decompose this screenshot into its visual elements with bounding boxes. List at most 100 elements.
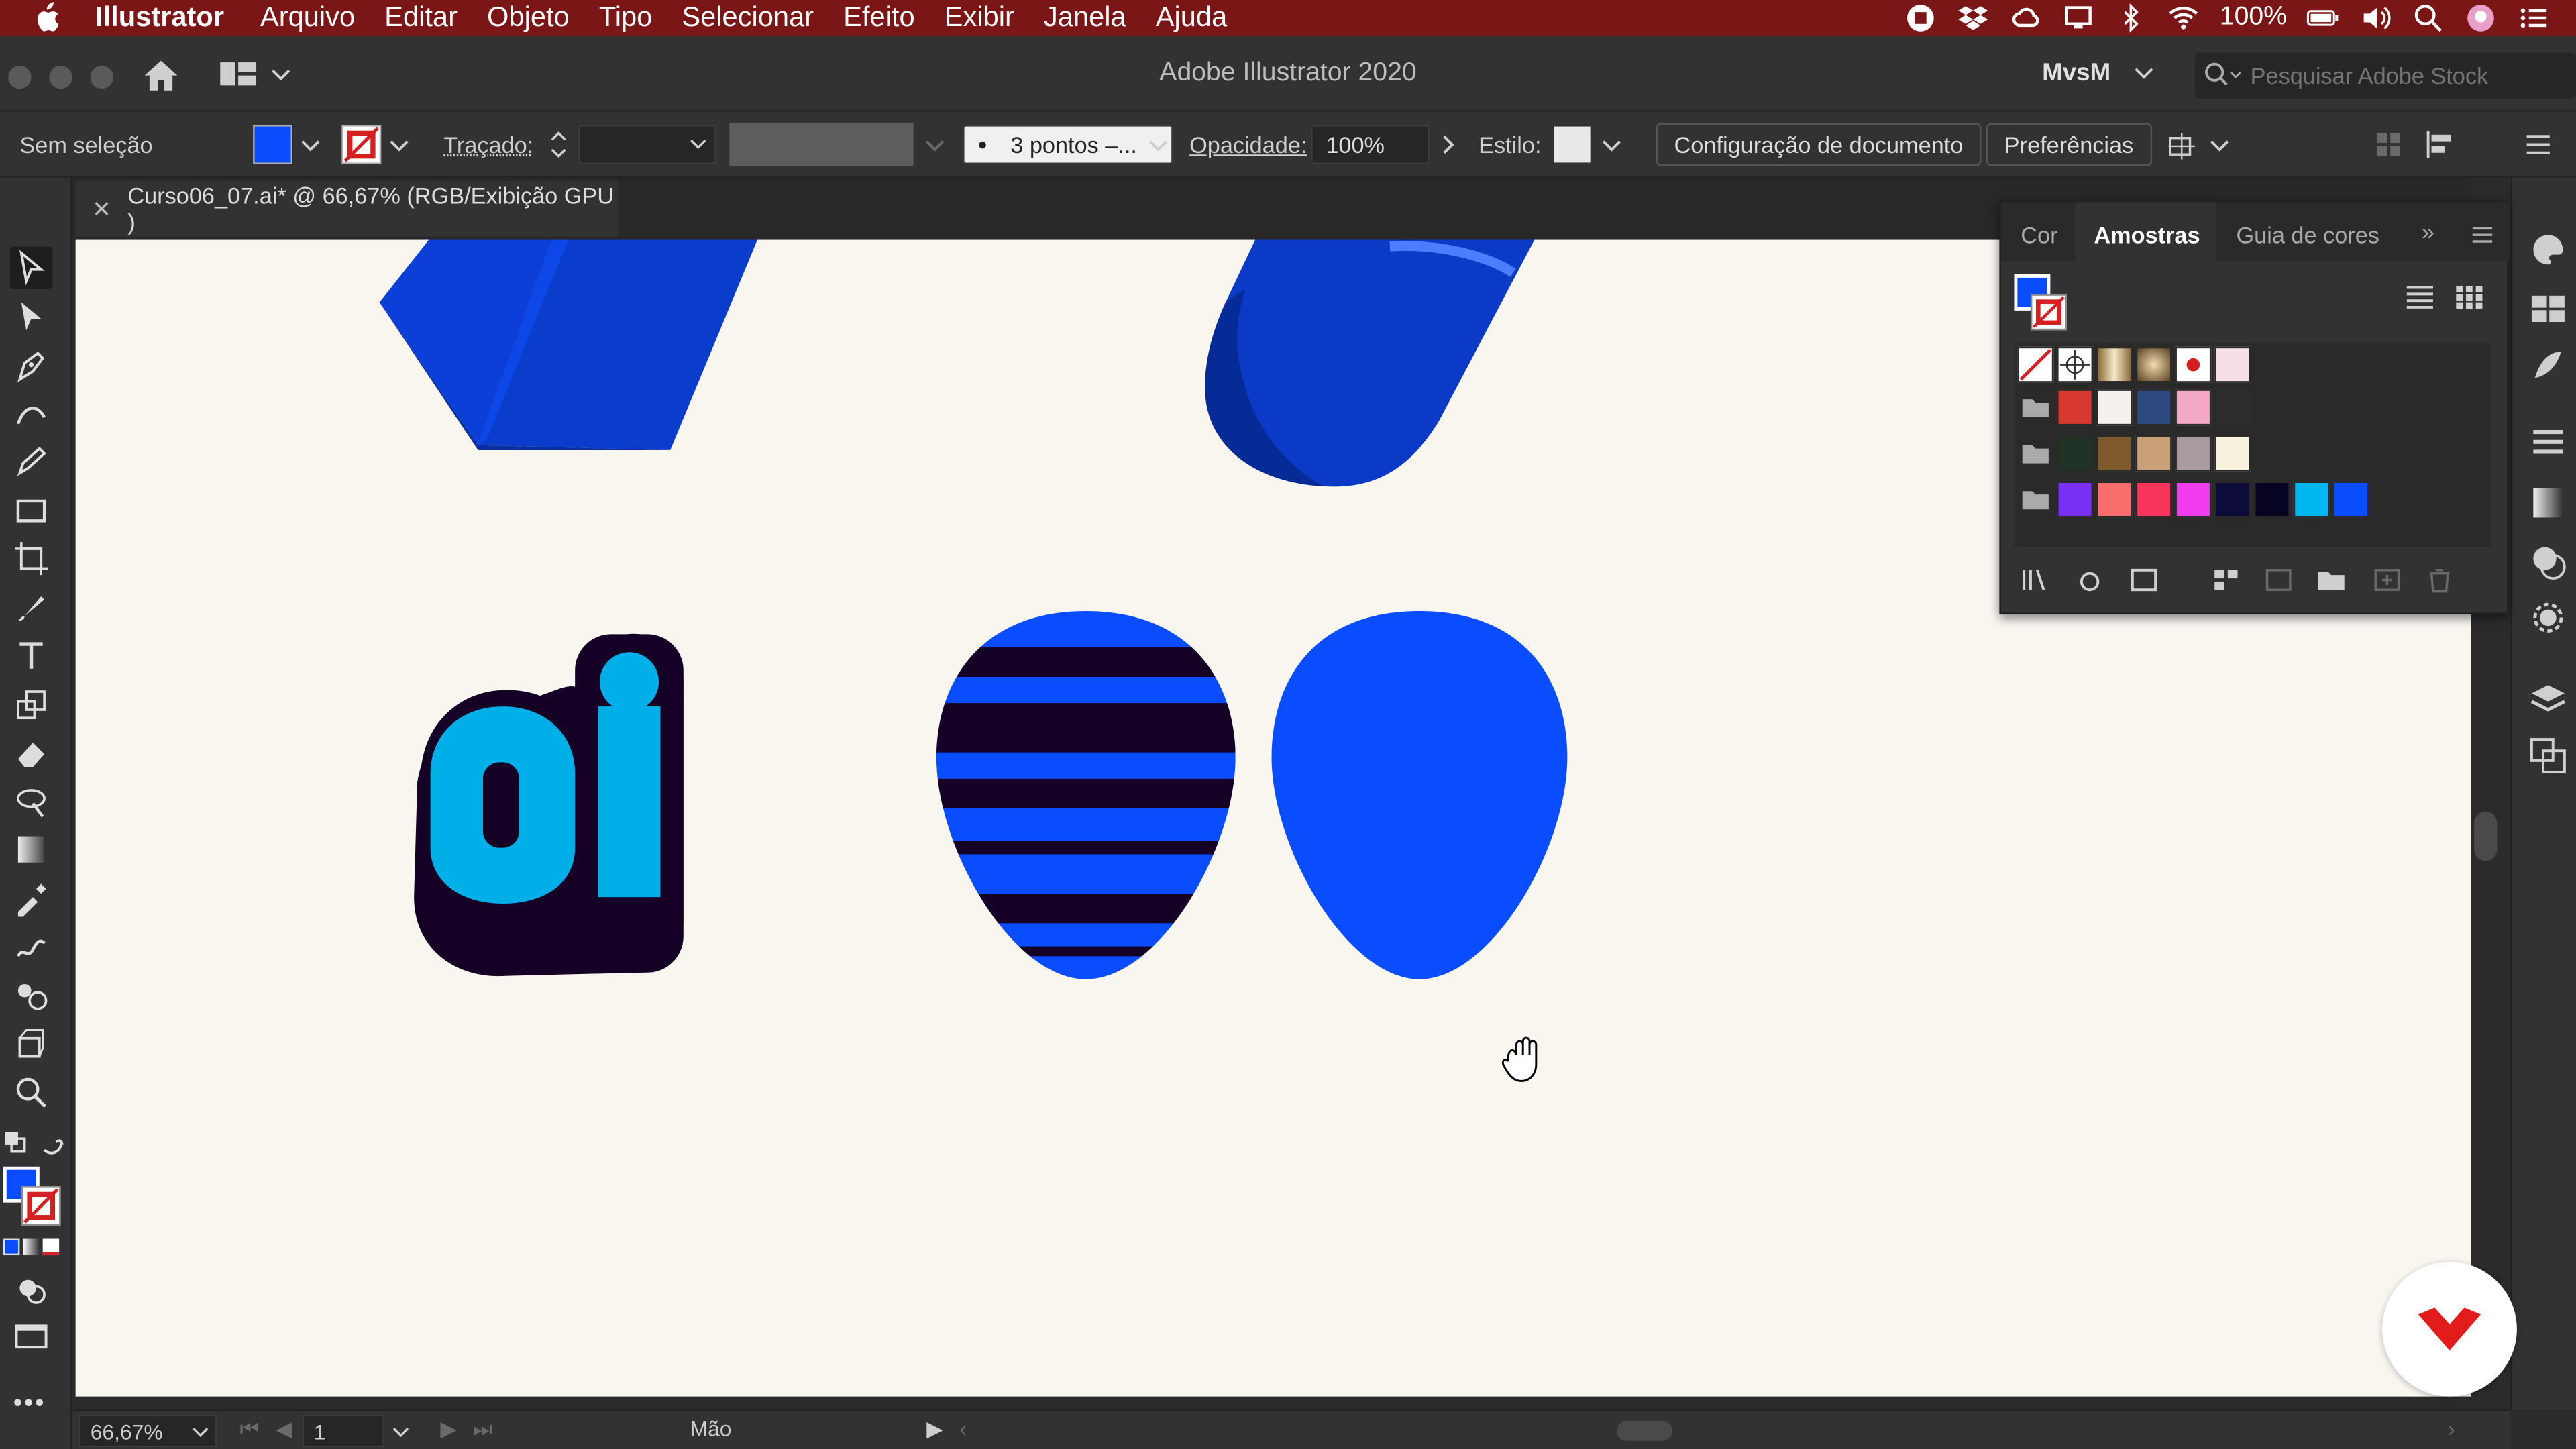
arrange-grid-icon[interactable] bbox=[2375, 131, 2402, 158]
zoom-tool-icon[interactable] bbox=[10, 1071, 53, 1114]
user-avatar-icon[interactable] bbox=[2464, 3, 2497, 33]
menu-efeito[interactable]: Efeito bbox=[843, 1, 914, 34]
artboards-panel-icon[interactable] bbox=[2528, 736, 2568, 775]
document-setup-button[interactable]: Configuração de documento bbox=[1656, 123, 1982, 166]
fill-color-swatch[interactable] bbox=[253, 125, 292, 164]
swatch-gold-gradient[interactable] bbox=[2096, 346, 2133, 383]
blue-cube-shape[interactable] bbox=[379, 239, 757, 451]
free-transform-tool-icon[interactable] bbox=[10, 780, 53, 823]
menu-objeto[interactable]: Objeto bbox=[487, 1, 570, 34]
swatch[interactable] bbox=[2135, 481, 2172, 518]
tab-amostras[interactable]: Amostras bbox=[2074, 202, 2217, 262]
type-tool-icon[interactable] bbox=[10, 634, 53, 677]
panel-menu-icon[interactable] bbox=[2471, 225, 2493, 245]
chevron-down-icon[interactable] bbox=[391, 1423, 411, 1442]
selection-mode-icon[interactable] bbox=[2165, 129, 2198, 162]
swatch[interactable] bbox=[2293, 481, 2330, 518]
tab-guia-de-cores[interactable]: Guia de cores bbox=[2216, 202, 2396, 261]
layers-panel-icon[interactable] bbox=[2528, 680, 2568, 720]
symbol-sprayer-tool-icon[interactable] bbox=[10, 974, 53, 1017]
wifi-icon[interactable] bbox=[2167, 3, 2200, 33]
swatch-none[interactable] bbox=[2017, 346, 2054, 383]
status-menu-arrow-icon[interactable]: ▶ bbox=[926, 1416, 943, 1442]
preferences-button[interactable]: Preferências bbox=[1986, 123, 2152, 166]
menu-ajuda[interactable]: Ajuda bbox=[1156, 1, 1227, 34]
color-mode-icon[interactable] bbox=[3, 1238, 62, 1258]
battery-icon[interactable] bbox=[2306, 3, 2339, 33]
next-artboard-icon[interactable]: ▶ bbox=[440, 1416, 456, 1442]
stroke-color-swatch[interactable] bbox=[341, 125, 382, 164]
folder-icon[interactable] bbox=[2021, 488, 2050, 511]
rectangle-tool-icon[interactable] bbox=[10, 490, 53, 533]
chevron-down-icon[interactable] bbox=[923, 135, 946, 158]
delete-swatch-icon[interactable] bbox=[2425, 567, 2455, 593]
stroke-panel-icon[interactable] bbox=[2528, 424, 2568, 464]
folder-icon[interactable] bbox=[2021, 396, 2050, 419]
grid-view-icon[interactable] bbox=[2455, 284, 2484, 311]
stroke-weight-field[interactable] bbox=[578, 125, 716, 164]
opacity-field[interactable]: 100% bbox=[1311, 125, 1430, 164]
collapse-panel-icon[interactable]: » bbox=[2422, 219, 2434, 245]
swatch[interactable] bbox=[2096, 481, 2133, 518]
swatch-radial-gradient[interactable] bbox=[2135, 346, 2172, 383]
swatch[interactable] bbox=[2057, 435, 2094, 472]
color-palette-icon[interactable] bbox=[2528, 230, 2568, 270]
swatch[interactable] bbox=[2135, 389, 2172, 426]
direct-selection-tool-icon[interactable] bbox=[10, 296, 53, 339]
folder-icon[interactable] bbox=[2021, 442, 2050, 465]
menu-editar[interactable]: Editar bbox=[384, 1, 458, 34]
spotlight-search-icon[interactable] bbox=[2412, 3, 2445, 33]
swatch[interactable] bbox=[2254, 481, 2290, 518]
swatch[interactable] bbox=[2332, 481, 2369, 518]
list-view-icon[interactable] bbox=[2405, 284, 2434, 311]
gradient-panel-icon[interactable] bbox=[2528, 483, 2568, 523]
eyedropper-tool-icon[interactable] bbox=[10, 877, 53, 920]
panel-menu-icon[interactable] bbox=[2524, 131, 2553, 158]
stroke-label[interactable]: Traçado: bbox=[443, 131, 533, 158]
notification-center-icon[interactable] bbox=[2517, 3, 2550, 33]
tab-cor[interactable]: Cor bbox=[2001, 202, 2074, 261]
stock-search-input[interactable] bbox=[2250, 62, 2576, 89]
blue-egg-shape[interactable] bbox=[1271, 611, 1568, 979]
menu-exibir[interactable]: Exibir bbox=[945, 1, 1014, 34]
oi-lettering-shape[interactable] bbox=[414, 633, 684, 977]
swatches-panel-icon[interactable] bbox=[2528, 289, 2568, 329]
swatch-pink-pattern[interactable] bbox=[2214, 346, 2251, 383]
selection-tool-icon[interactable] bbox=[9, 246, 53, 290]
edit-toolbar-icon[interactable]: ••• bbox=[13, 1390, 46, 1419]
swatch[interactable] bbox=[2214, 481, 2251, 518]
blend-tool-icon[interactable] bbox=[10, 925, 53, 968]
previous-artboard-icon[interactable]: ◀ bbox=[276, 1416, 292, 1442]
new-swatch-icon[interactable] bbox=[2372, 567, 2402, 593]
screen-mode-icon[interactable] bbox=[10, 1314, 53, 1357]
color-group-icon[interactable] bbox=[2211, 567, 2241, 593]
document-tab[interactable]: ✕ Curso06_07.ai* @ 66,67% (RGB/Exibição … bbox=[75, 180, 618, 237]
swatch-registration[interactable] bbox=[2057, 346, 2094, 383]
blue-cylinder-shape[interactable] bbox=[1205, 239, 1535, 487]
opacity-label[interactable]: Opacidade: bbox=[1189, 131, 1307, 158]
eraser-tool-icon[interactable] bbox=[10, 731, 53, 774]
apple-icon[interactable] bbox=[30, 1, 62, 34]
scroll-left-icon[interactable]: ‹ bbox=[959, 1416, 967, 1441]
toolbar-stroke-swatch[interactable] bbox=[21, 1186, 61, 1226]
swatch-options-icon[interactable] bbox=[2129, 567, 2159, 593]
draw-mode-icon[interactable] bbox=[10, 1269, 53, 1311]
swatch-libraries-icon[interactable] bbox=[2021, 567, 2050, 593]
striped-egg-shape[interactable] bbox=[930, 601, 1242, 996]
chevron-down-icon[interactable] bbox=[1600, 135, 1623, 158]
chevron-right-icon[interactable] bbox=[1436, 133, 1458, 156]
creative-cloud-icon[interactable] bbox=[2009, 3, 2042, 33]
chevron-down-icon[interactable] bbox=[2133, 62, 2155, 85]
new-color-group-folder-icon[interactable] bbox=[2316, 567, 2346, 593]
vertical-scrollbar-thumb[interactable] bbox=[2474, 811, 2498, 861]
brush-definition-dropdown[interactable]: ● 3 pontos –... bbox=[963, 125, 1173, 164]
brushes-panel-icon[interactable] bbox=[2528, 345, 2568, 384]
graphic-style-swatch[interactable] bbox=[1554, 126, 1591, 163]
display-icon[interactable] bbox=[2062, 3, 2095, 33]
first-artboard-icon[interactable]: ⏮ bbox=[240, 1416, 260, 1442]
pencil-tool-icon[interactable] bbox=[10, 440, 53, 483]
scale-tool-icon[interactable] bbox=[10, 684, 53, 727]
swatch[interactable] bbox=[2096, 389, 2133, 426]
volume-icon[interactable] bbox=[2359, 3, 2392, 33]
column-graph-tool-icon[interactable] bbox=[10, 1022, 53, 1065]
